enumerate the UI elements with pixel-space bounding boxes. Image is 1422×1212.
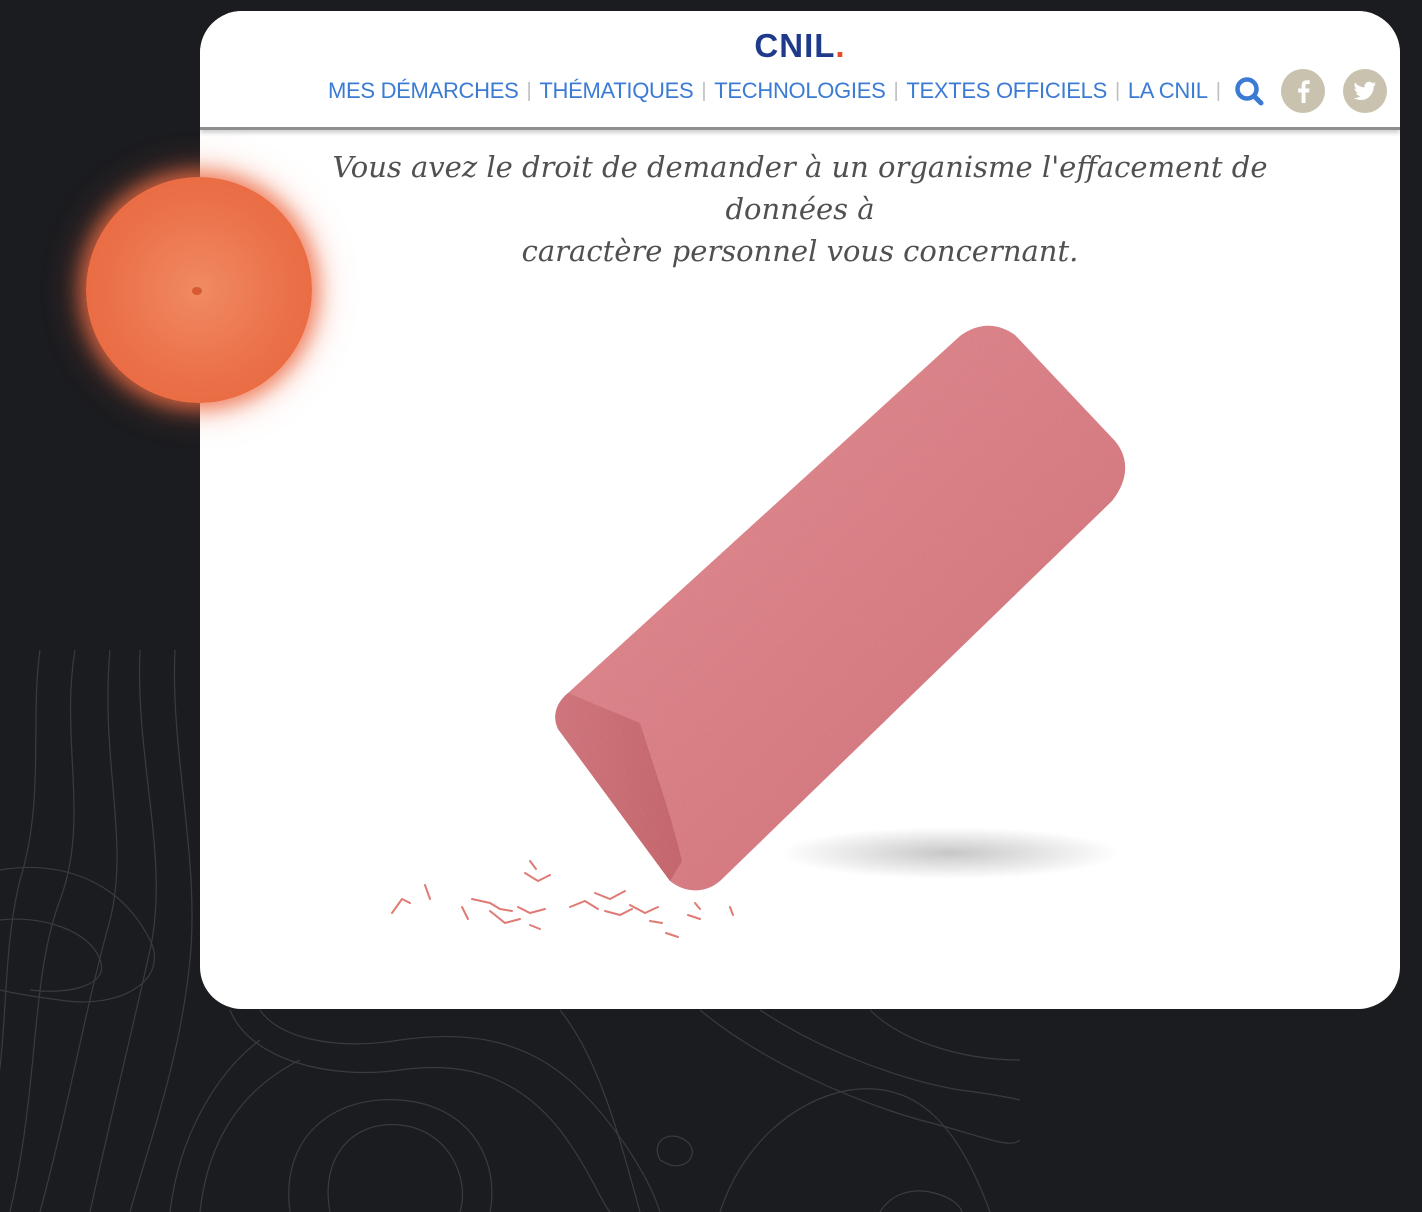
marker-center	[192, 287, 202, 295]
eraser-shadow	[780, 827, 1120, 879]
orange-circle-marker	[86, 177, 312, 403]
screenshot-card: CNIL. MES DÉMARCHES | THÉMATIQUES | TECH…	[200, 11, 1400, 1009]
eraser-illustration	[391, 325, 1126, 938]
